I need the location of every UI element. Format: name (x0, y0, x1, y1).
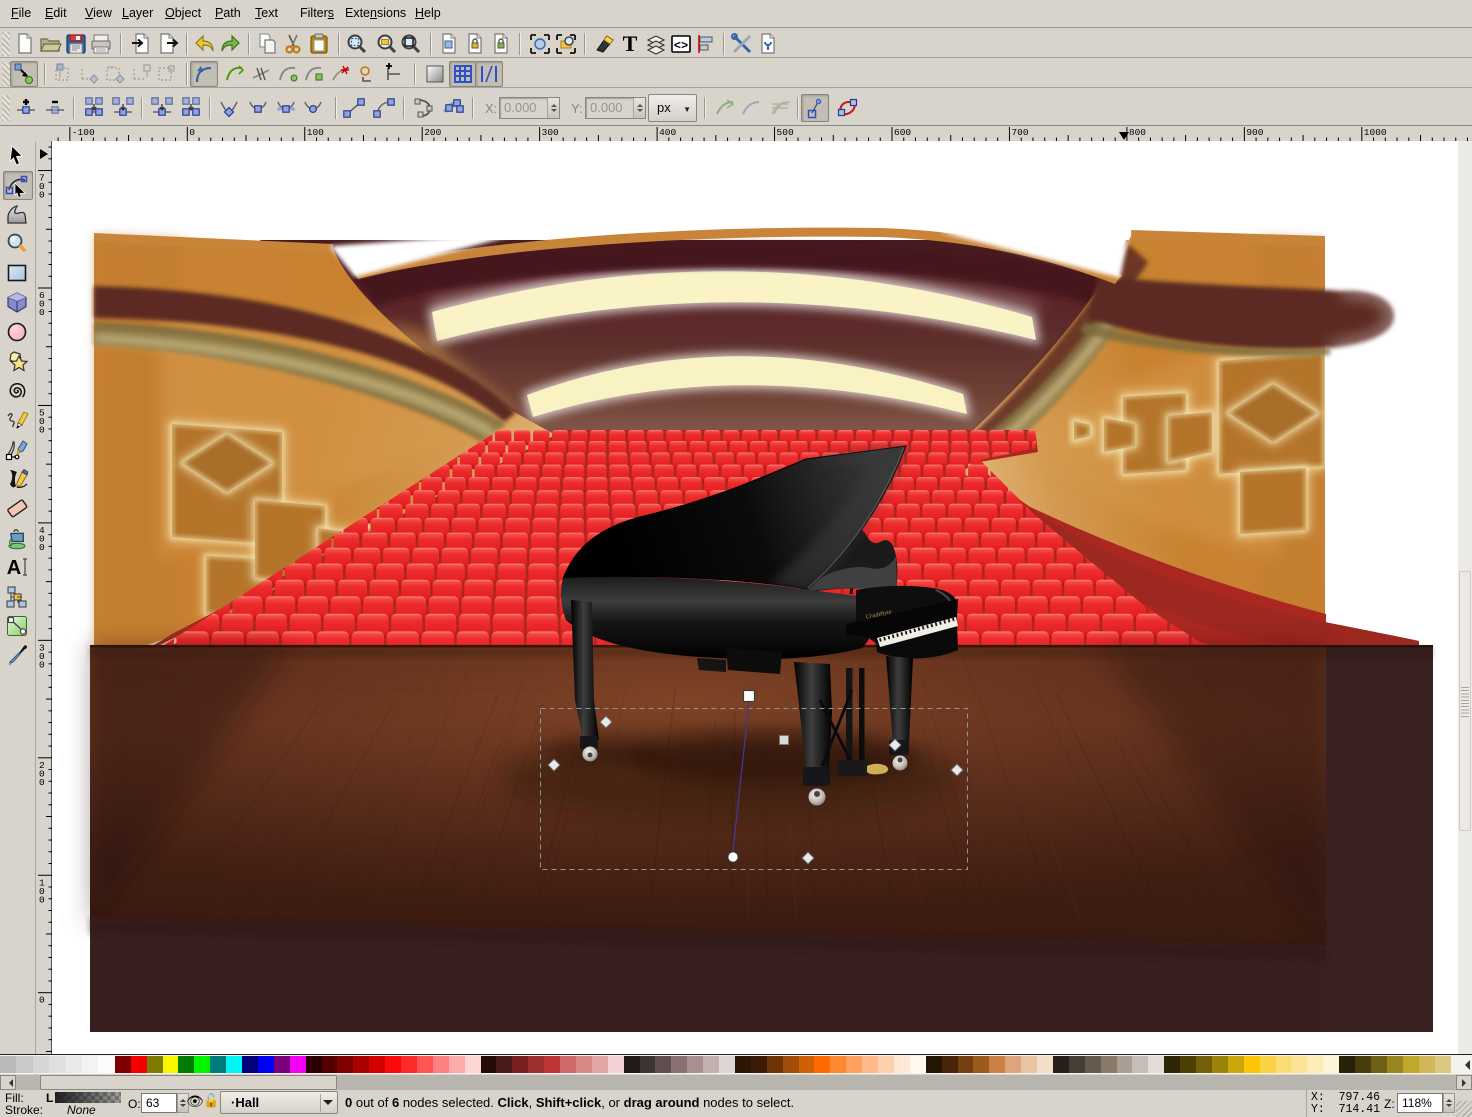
svg-text:0: 0 (39, 190, 45, 201)
svg-text:100: 100 (307, 127, 324, 138)
svg-text:0: 0 (39, 894, 45, 905)
svg-text:400: 400 (659, 127, 676, 138)
svg-text:800: 800 (1129, 127, 1146, 138)
svg-text:200: 200 (424, 127, 441, 138)
svg-text:0: 0 (39, 542, 45, 553)
svg-text:500: 500 (777, 127, 794, 138)
svg-text:A: A (7, 557, 21, 579)
svg-text:0: 0 (39, 777, 45, 788)
svg-text:0: 0 (189, 127, 195, 138)
svg-text:0: 0 (39, 659, 45, 670)
svg-text:600: 600 (894, 127, 911, 138)
svg-text:0: 0 (39, 995, 45, 1006)
svg-text:-100: -100 (72, 127, 95, 138)
svg-text:0: 0 (39, 424, 45, 435)
svg-text:0: 0 (39, 307, 45, 318)
svg-text:T: T (623, 32, 638, 56)
svg-text:700: 700 (1011, 127, 1028, 138)
svg-text:1000: 1000 (1364, 127, 1387, 138)
svg-text:<>: <> (674, 39, 688, 53)
svg-text:900: 900 (1246, 127, 1263, 138)
svg-text:300: 300 (542, 127, 559, 138)
